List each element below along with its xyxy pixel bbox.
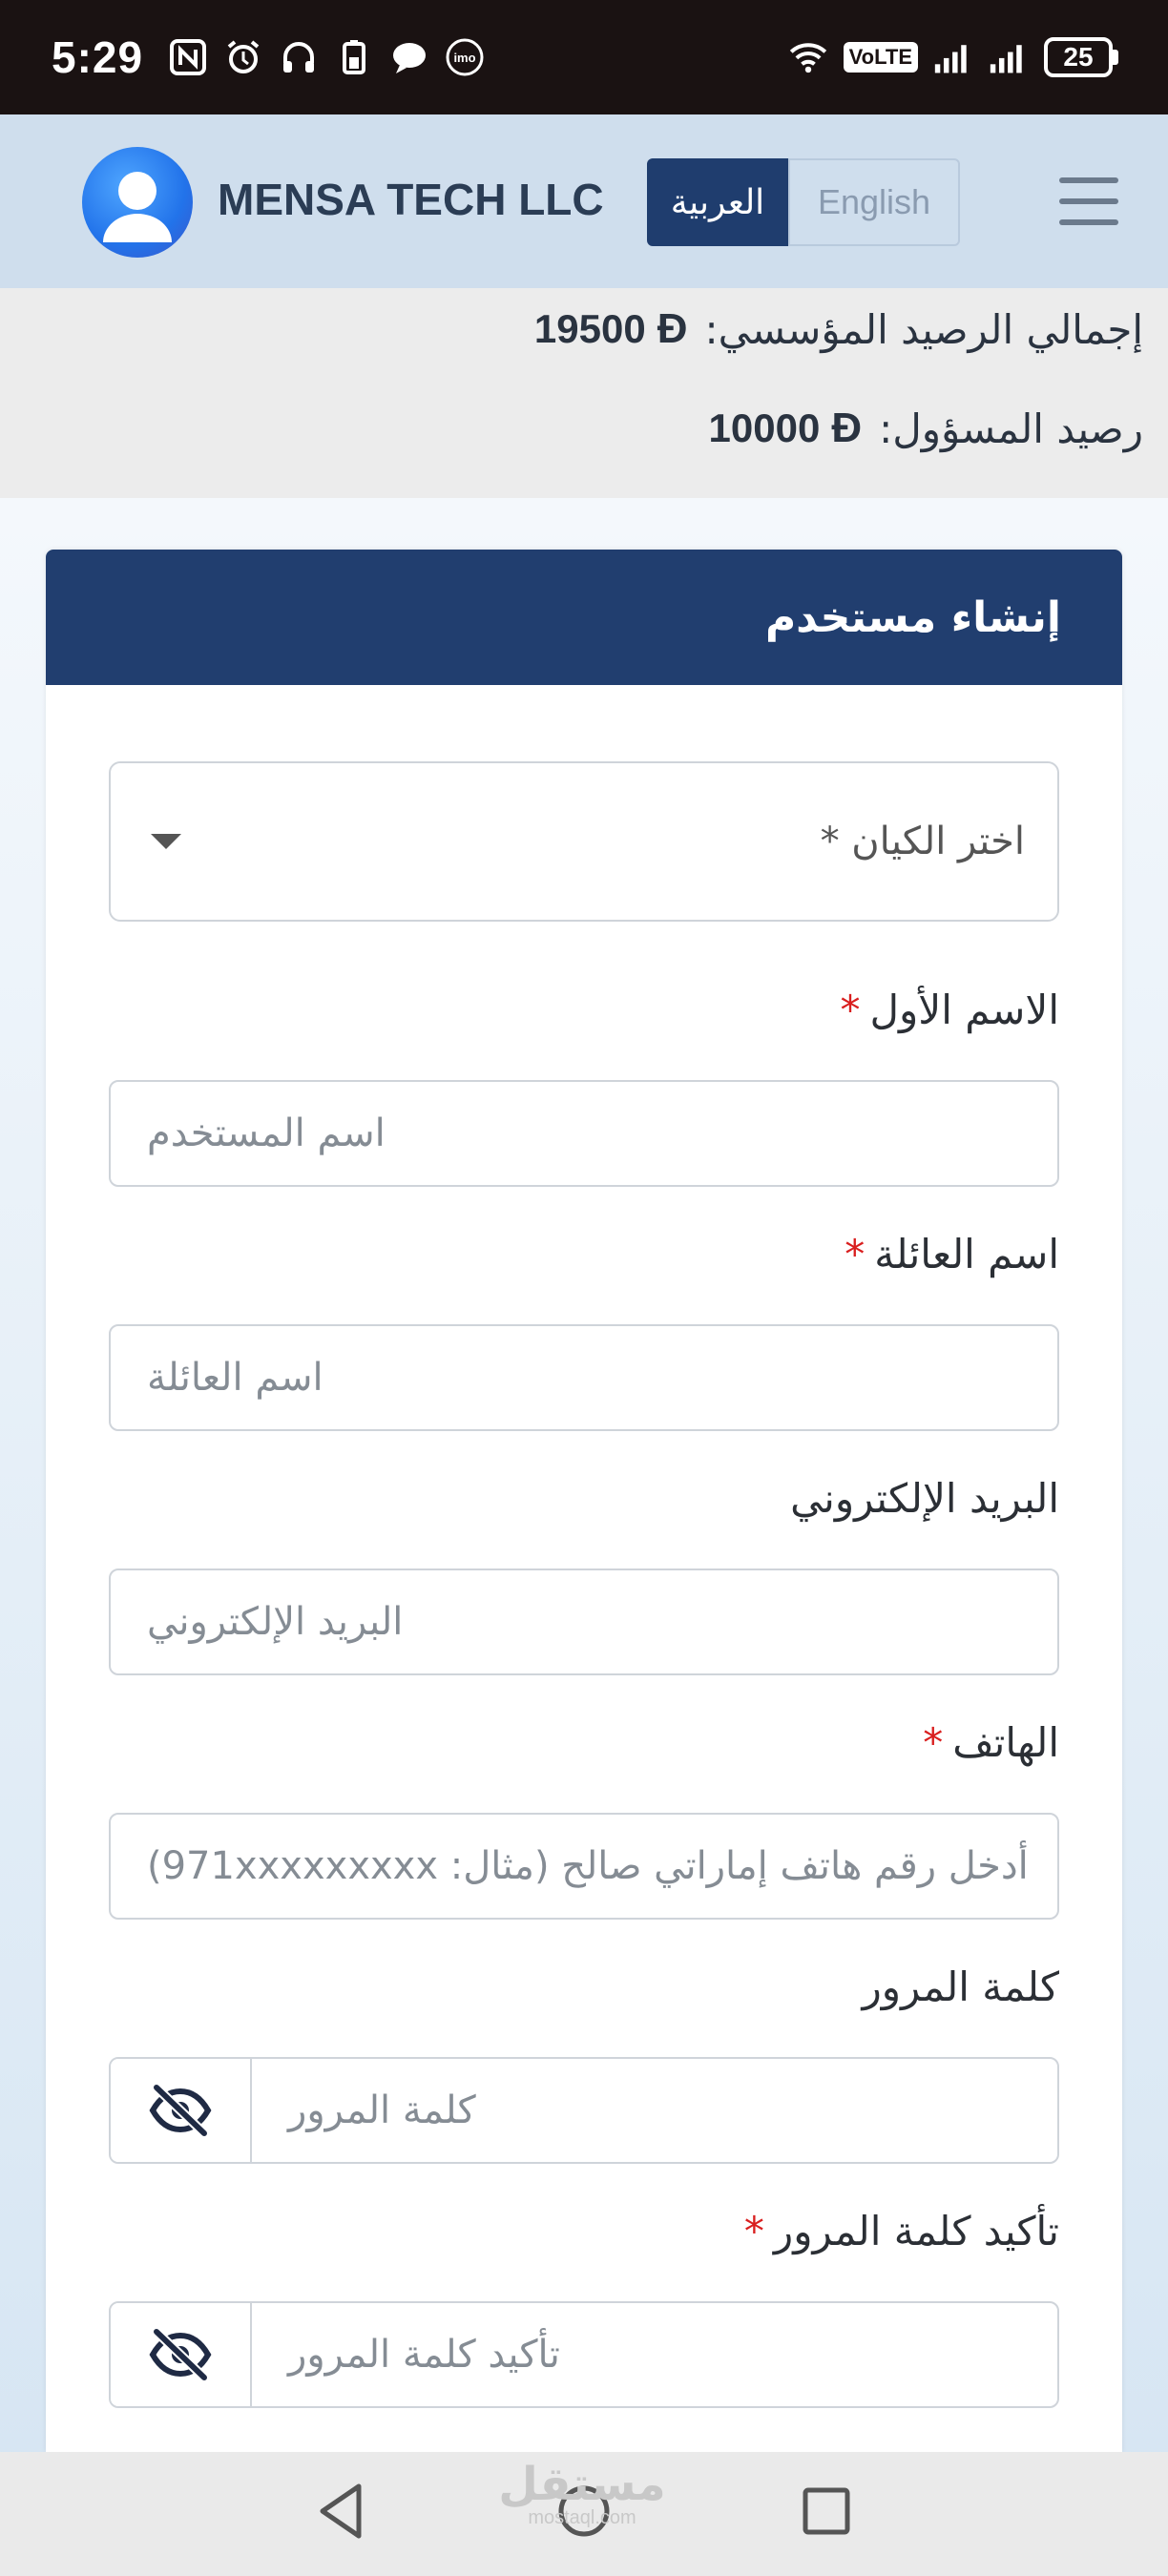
admin-balance-label: رصيد المسؤول: bbox=[879, 405, 1143, 452]
headphones-icon bbox=[279, 37, 319, 77]
last-name-placeholder: اسم العائلة bbox=[147, 1356, 323, 1400]
language-switch: العربية English bbox=[647, 158, 960, 246]
watermark: مستقل mostaql.com bbox=[496, 2462, 668, 2529]
entity-select[interactable]: اختر الكيان * bbox=[109, 761, 1059, 922]
brand-name: MENSA TECH LLC bbox=[218, 175, 604, 224]
confirm-password-label-text: تأكيد كلمة المرور bbox=[773, 2208, 1059, 2254]
email-placeholder: البريد الإلكتروني bbox=[147, 1600, 404, 1644]
first-name-label: الاسم الأول* bbox=[840, 987, 1059, 1033]
last-name-label-text: اسم العائلة bbox=[874, 1231, 1059, 1278]
lang-english-button[interactable]: English bbox=[788, 158, 960, 246]
status-bar: 5:29 imo VoLTE 25 bbox=[0, 0, 1168, 114]
signal-icon-1 bbox=[933, 37, 973, 77]
recents-square-icon bbox=[803, 2487, 850, 2535]
watermark-main: مستقل bbox=[498, 2458, 666, 2511]
avatar[interactable] bbox=[82, 147, 193, 258]
phone-placeholder: أدخل رقم هاتف إماراتي صالح (مثال: 971xxx… bbox=[147, 1844, 1029, 1888]
card-title: إنشاء مستخدم bbox=[764, 592, 1061, 642]
email-label-text: البريد الإلكتروني bbox=[790, 1475, 1059, 1522]
wifi-icon bbox=[788, 37, 828, 77]
user-avatar-icon bbox=[103, 172, 172, 242]
total-balance: إجمالي الرصيد المؤسسي: 19500 Đ bbox=[534, 305, 1143, 353]
card-header: إنشاء مستخدم bbox=[46, 550, 1122, 685]
toggle-confirm-password-button[interactable] bbox=[111, 2303, 252, 2406]
password-group: كلمة المرور bbox=[109, 2057, 1059, 2164]
battery-indicator: 25 bbox=[1044, 37, 1118, 77]
phone-input[interactable]: أدخل رقم هاتف إماراتي صالح (مثال: 971xxx… bbox=[109, 1813, 1059, 1920]
caret-down-icon bbox=[151, 834, 181, 849]
email-label: البريد الإلكتروني bbox=[790, 1475, 1059, 1522]
balances-panel: إجمالي الرصيد المؤسسي: 19500 Đ رصيد المس… bbox=[0, 288, 1168, 498]
svg-text:imo: imo bbox=[454, 51, 476, 65]
confirm-password-input[interactable]: تأكيد كلمة المرور bbox=[252, 2303, 1057, 2406]
password-input[interactable]: كلمة المرور bbox=[252, 2059, 1057, 2162]
email-input[interactable]: البريد الإلكتروني bbox=[109, 1568, 1059, 1675]
phone-label: الهاتف* bbox=[923, 1719, 1059, 1766]
volte-badge: VoLTE bbox=[843, 42, 918, 73]
battery-level: 25 bbox=[1044, 37, 1113, 77]
imo-icon: imo bbox=[445, 37, 485, 77]
last-name-input[interactable]: اسم العائلة bbox=[109, 1324, 1059, 1431]
confirm-password-group: تأكيد كلمة المرور bbox=[109, 2301, 1059, 2408]
battery-saver-icon bbox=[334, 37, 374, 77]
dirham-icon: Đ bbox=[657, 305, 688, 352]
password-label: كلمة المرور bbox=[862, 1963, 1059, 2010]
total-balance-value: 19500 bbox=[533, 306, 646, 351]
signal-icon-2 bbox=[989, 37, 1029, 77]
confirm-password-label: تأكيد كلمة المرور* bbox=[744, 2208, 1059, 2254]
chat-icon bbox=[389, 37, 429, 77]
required-mark: * bbox=[743, 2208, 764, 2254]
create-user-card: إنشاء مستخدم اختر الكيان * الاسم الأول* … bbox=[46, 550, 1122, 2452]
required-mark: * bbox=[840, 987, 861, 1033]
first-name-label-text: الاسم الأول bbox=[869, 987, 1059, 1033]
first-name-placeholder: اسم المستخدم bbox=[147, 1111, 386, 1155]
app-header: MENSA TECH LLC العربية English bbox=[0, 114, 1168, 288]
dirham-icon: Đ bbox=[831, 405, 863, 451]
toggle-password-button[interactable] bbox=[111, 2059, 252, 2162]
password-placeholder: كلمة المرور bbox=[288, 2088, 476, 2132]
back-triangle-icon bbox=[320, 2483, 362, 2539]
admin-balance-value: 10000 bbox=[708, 405, 821, 450]
required-mark: * bbox=[923, 1719, 944, 1766]
nfc-icon bbox=[168, 37, 208, 77]
eye-slash-icon bbox=[149, 2328, 212, 2381]
last-name-label: اسم العائلة* bbox=[845, 1231, 1059, 1278]
hamburger-menu-icon[interactable] bbox=[1059, 177, 1118, 225]
back-button[interactable] bbox=[315, 2481, 368, 2542]
eye-slash-icon bbox=[149, 2084, 212, 2137]
alarm-icon bbox=[223, 37, 263, 77]
password-label-text: كلمة المرور bbox=[862, 1963, 1059, 2010]
entity-select-value: اختر الكيان * bbox=[820, 820, 1025, 863]
admin-balance: رصيد المسؤول: 10000 Đ bbox=[709, 405, 1143, 452]
lang-arabic-button[interactable]: العربية bbox=[647, 158, 788, 246]
phone-label-text: الهاتف bbox=[952, 1719, 1059, 1766]
first-name-input[interactable]: اسم المستخدم bbox=[109, 1080, 1059, 1187]
recents-button[interactable] bbox=[800, 2484, 853, 2538]
total-balance-label: إجمالي الرصيد المؤسسي: bbox=[704, 305, 1144, 353]
confirm-password-placeholder: تأكيد كلمة المرور bbox=[288, 2333, 560, 2377]
clock: 5:29 bbox=[52, 32, 144, 82]
required-mark: * bbox=[845, 1231, 866, 1278]
